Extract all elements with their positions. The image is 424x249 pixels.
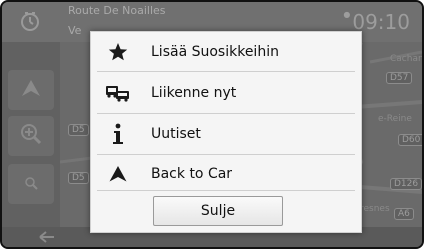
clock-icon	[19, 10, 41, 36]
back-arrow-icon	[39, 228, 55, 247]
road-badge-d60: D60	[398, 134, 422, 146]
navigation-arrow-icon	[21, 79, 41, 101]
road-badge-a6: A6	[394, 208, 414, 220]
zoom-out-button[interactable]	[8, 164, 54, 204]
close-button[interactable]: Sulje	[153, 196, 283, 226]
gps-dot-icon: ●	[343, 10, 351, 19]
recenter-button[interactable]	[8, 70, 54, 110]
zoom-out-icon	[24, 175, 38, 194]
map-label-cachan: Cachan	[390, 54, 424, 64]
current-road-sub: Ve	[68, 24, 82, 37]
map-label-resnes: resnes	[360, 204, 390, 214]
menu-item-news[interactable]: Uutiset	[91, 114, 361, 154]
menu-item-back-to-car[interactable]: Back to Car	[91, 154, 361, 194]
road-badge-d57: D57	[386, 72, 413, 84]
zoom-in-icon	[20, 123, 42, 149]
road-badge-d5-top: D5	[68, 124, 89, 136]
menu-divider	[97, 71, 355, 72]
menu-item-traffic-now[interactable]: Liikenne nyt	[91, 73, 361, 113]
nav-screen: Route De Noailles Ve ● 09:10 Cachan e-Rei…	[0, 0, 424, 249]
menu-divider	[97, 190, 355, 191]
back-button[interactable]	[32, 227, 62, 247]
menu-item-label: Lisää Suosikkeihin	[151, 44, 279, 60]
map-label-reine: e-Reine	[378, 114, 412, 124]
current-road-name: Route De Noailles	[68, 4, 166, 17]
options-popup: Lisää Suosikkeihin Liikenne nyt Uutiset …	[90, 31, 362, 233]
road-badge-d5-bottom: D5	[68, 172, 89, 184]
info-icon	[105, 123, 131, 145]
menu-item-label: Liikenne nyt	[151, 85, 237, 101]
menu-item-label: Back to Car	[151, 166, 233, 182]
car-arrow-icon	[105, 163, 131, 185]
star-icon	[105, 41, 131, 63]
traffic-icon	[105, 82, 131, 104]
zoom-in-button[interactable]	[8, 116, 54, 156]
menu-item-label: Uutiset	[151, 126, 201, 142]
road-badge-d126: D126	[390, 178, 422, 190]
clock-button[interactable]	[12, 8, 48, 38]
left-control-column	[2, 42, 60, 227]
menu-item-add-favorite[interactable]: Lisää Suosikkeihin	[91, 32, 361, 72]
